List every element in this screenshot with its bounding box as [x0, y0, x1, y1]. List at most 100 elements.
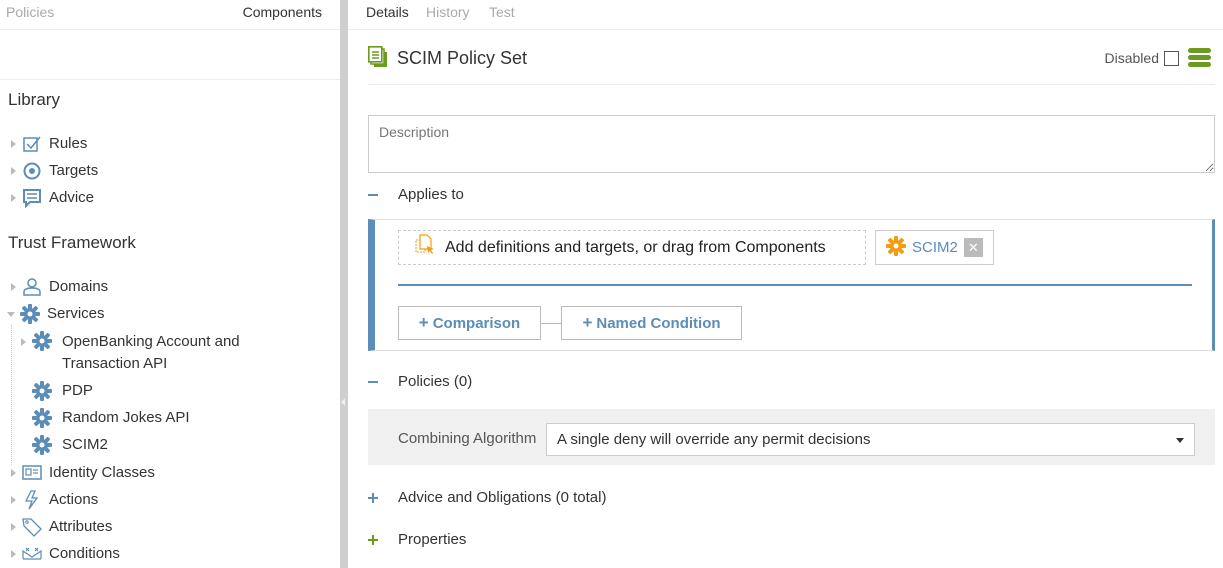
tree-item-label: Domains — [49, 278, 109, 295]
expand-caret[interactable] — [8, 282, 18, 292]
target-icon — [22, 161, 42, 181]
expand-caret[interactable] — [8, 468, 18, 478]
user-icon — [22, 277, 42, 297]
page-title: SCIM Policy Set — [397, 48, 528, 68]
tree-item-actions[interactable]: Actions — [8, 489, 98, 511]
tree-item-targets[interactable]: Targets — [8, 160, 98, 182]
tree-item-label: Random Jokes API — [62, 409, 190, 426]
components-panel: Policies Components Library Rules Target… — [0, 0, 340, 568]
plus-icon: + — [582, 313, 593, 332]
tree-item-label: Targets — [49, 162, 99, 179]
divider — [398, 284, 1192, 286]
id-card-icon — [22, 463, 42, 483]
tree-item-advice[interactable]: Advice — [8, 187, 94, 209]
conditions-icon — [22, 544, 42, 564]
expand-caret[interactable] — [8, 549, 18, 559]
left-tabs: Policies Components — [0, 0, 340, 30]
tree-item-rules[interactable]: Rules — [8, 133, 87, 155]
target-chip-label[interactable]: SCIM2 — [912, 239, 958, 256]
gear-icon — [32, 381, 52, 401]
tree-item-label: Conditions — [49, 545, 120, 562]
expand-caret[interactable] — [18, 337, 28, 347]
combining-algorithm-label: Combining Algorithm — [398, 430, 537, 447]
combining-algorithm-row: Combining Algorithm A single deny will o… — [368, 409, 1215, 465]
tree-item-label: Rules — [49, 135, 88, 152]
expand-caret[interactable] — [8, 139, 18, 149]
tree-item-label: Identity Classes — [49, 464, 155, 481]
policies-label: Policies (0) — [398, 373, 473, 390]
expand-caret[interactable] — [8, 522, 18, 532]
checkbox-icon — [22, 134, 42, 154]
left-search-area — [0, 30, 340, 80]
tab-test[interactable]: Test — [489, 4, 515, 20]
tree-item-services[interactable]: Services — [6, 303, 105, 325]
speech-bubble-icon — [22, 188, 42, 208]
tree-item-identity-classes[interactable]: Identity Classes — [8, 462, 155, 484]
lightning-icon — [22, 490, 42, 510]
tab-policies[interactable]: Policies — [6, 4, 54, 20]
collapse-icon[interactable] — [368, 190, 378, 200]
policy-set-icon — [368, 46, 390, 73]
advice-label: Advice and Obligations (0 total) — [398, 489, 607, 506]
add-named-condition-button[interactable]: + Named Condition — [561, 306, 742, 340]
collapse-icon[interactable] — [368, 377, 378, 387]
tree-item-label: PDP — [62, 382, 93, 399]
advice-header[interactable]: Advice and Obligations (0 total) — [368, 489, 606, 506]
tree-item-conditions[interactable]: Conditions — [8, 543, 120, 565]
applies-to-label: Applies to — [398, 186, 464, 203]
tab-history[interactable]: History — [426, 4, 470, 20]
connector-line — [541, 323, 561, 324]
tree-item-label: OpenBanking Account and Transaction API — [62, 331, 240, 375]
collapse-arrow-icon[interactable] — [341, 398, 345, 406]
tab-components[interactable]: Components — [243, 4, 322, 20]
tree-item-label: Attributes — [49, 518, 113, 535]
expand-icon[interactable] — [368, 534, 378, 545]
tree-item-label: Services — [47, 305, 105, 322]
details-panel: Details History Test SCIM Policy Set Dis… — [348, 0, 1223, 568]
tree-guide-line — [11, 325, 12, 465]
gear-icon — [32, 408, 52, 428]
remove-icon[interactable]: ✕ — [963, 238, 983, 257]
add-definitions-text: Add definitions and targets, or drag fro… — [445, 238, 826, 256]
panel-splitter[interactable] — [340, 0, 348, 568]
properties-header[interactable]: Properties — [368, 531, 466, 548]
menu-icon[interactable] — [1188, 48, 1211, 68]
expand-caret[interactable] — [8, 495, 18, 505]
disabled-checkbox[interactable] — [1164, 51, 1179, 66]
applies-to-header[interactable]: Applies to — [368, 186, 464, 203]
tree-item-random-jokes-api[interactable]: Random Jokes API — [32, 407, 190, 429]
expand-caret[interactable] — [8, 166, 18, 176]
add-comparison-button[interactable]: + Comparison — [398, 306, 541, 340]
plus-icon: + — [418, 313, 429, 332]
tree-item-label: Actions — [49, 491, 99, 508]
description-field[interactable] — [368, 115, 1215, 173]
tree-item-domains[interactable]: Domains — [8, 276, 108, 298]
chevron-down-icon — [1176, 438, 1184, 443]
combining-algorithm-select[interactable]: A single deny will override any permit d… — [546, 423, 1195, 456]
tag-icon — [22, 517, 42, 537]
add-file-icon — [415, 234, 435, 261]
gear-icon — [20, 304, 40, 324]
add-definitions-dropzone[interactable]: Add definitions and targets, or drag fro… — [398, 230, 866, 265]
tree-item-scim2[interactable]: SCIM2 — [32, 434, 108, 456]
expand-caret[interactable] — [8, 193, 18, 203]
tree-item-label-line2: Transaction API — [62, 355, 168, 372]
properties-label: Properties — [398, 531, 467, 548]
gear-icon — [886, 235, 906, 260]
tree-item-openbanking[interactable]: OpenBanking Account and Transaction API — [18, 331, 240, 375]
tab-details[interactable]: Details — [366, 4, 409, 20]
detail-tabs: Details History Test — [348, 0, 1223, 30]
gear-icon — [32, 331, 52, 351]
applies-to-box: Add definitions and targets, or drag fro… — [368, 219, 1215, 351]
policies-header[interactable]: Policies (0) — [368, 373, 472, 390]
tree-item-attributes[interactable]: Attributes — [8, 516, 112, 538]
tree-item-label: Advice — [49, 189, 95, 206]
disabled-label: Disabled — [1104, 50, 1159, 66]
expand-icon[interactable] — [368, 492, 378, 503]
tree-item-pdp[interactable]: PDP — [32, 380, 93, 402]
collapse-caret[interactable] — [6, 309, 16, 319]
tree-item-label: SCIM2 — [62, 436, 108, 453]
trust-framework-heading: Trust Framework — [8, 233, 136, 252]
select-value: A single deny will override any permit d… — [557, 431, 871, 448]
target-chip-scim2[interactable]: SCIM2 ✕ — [875, 230, 994, 265]
